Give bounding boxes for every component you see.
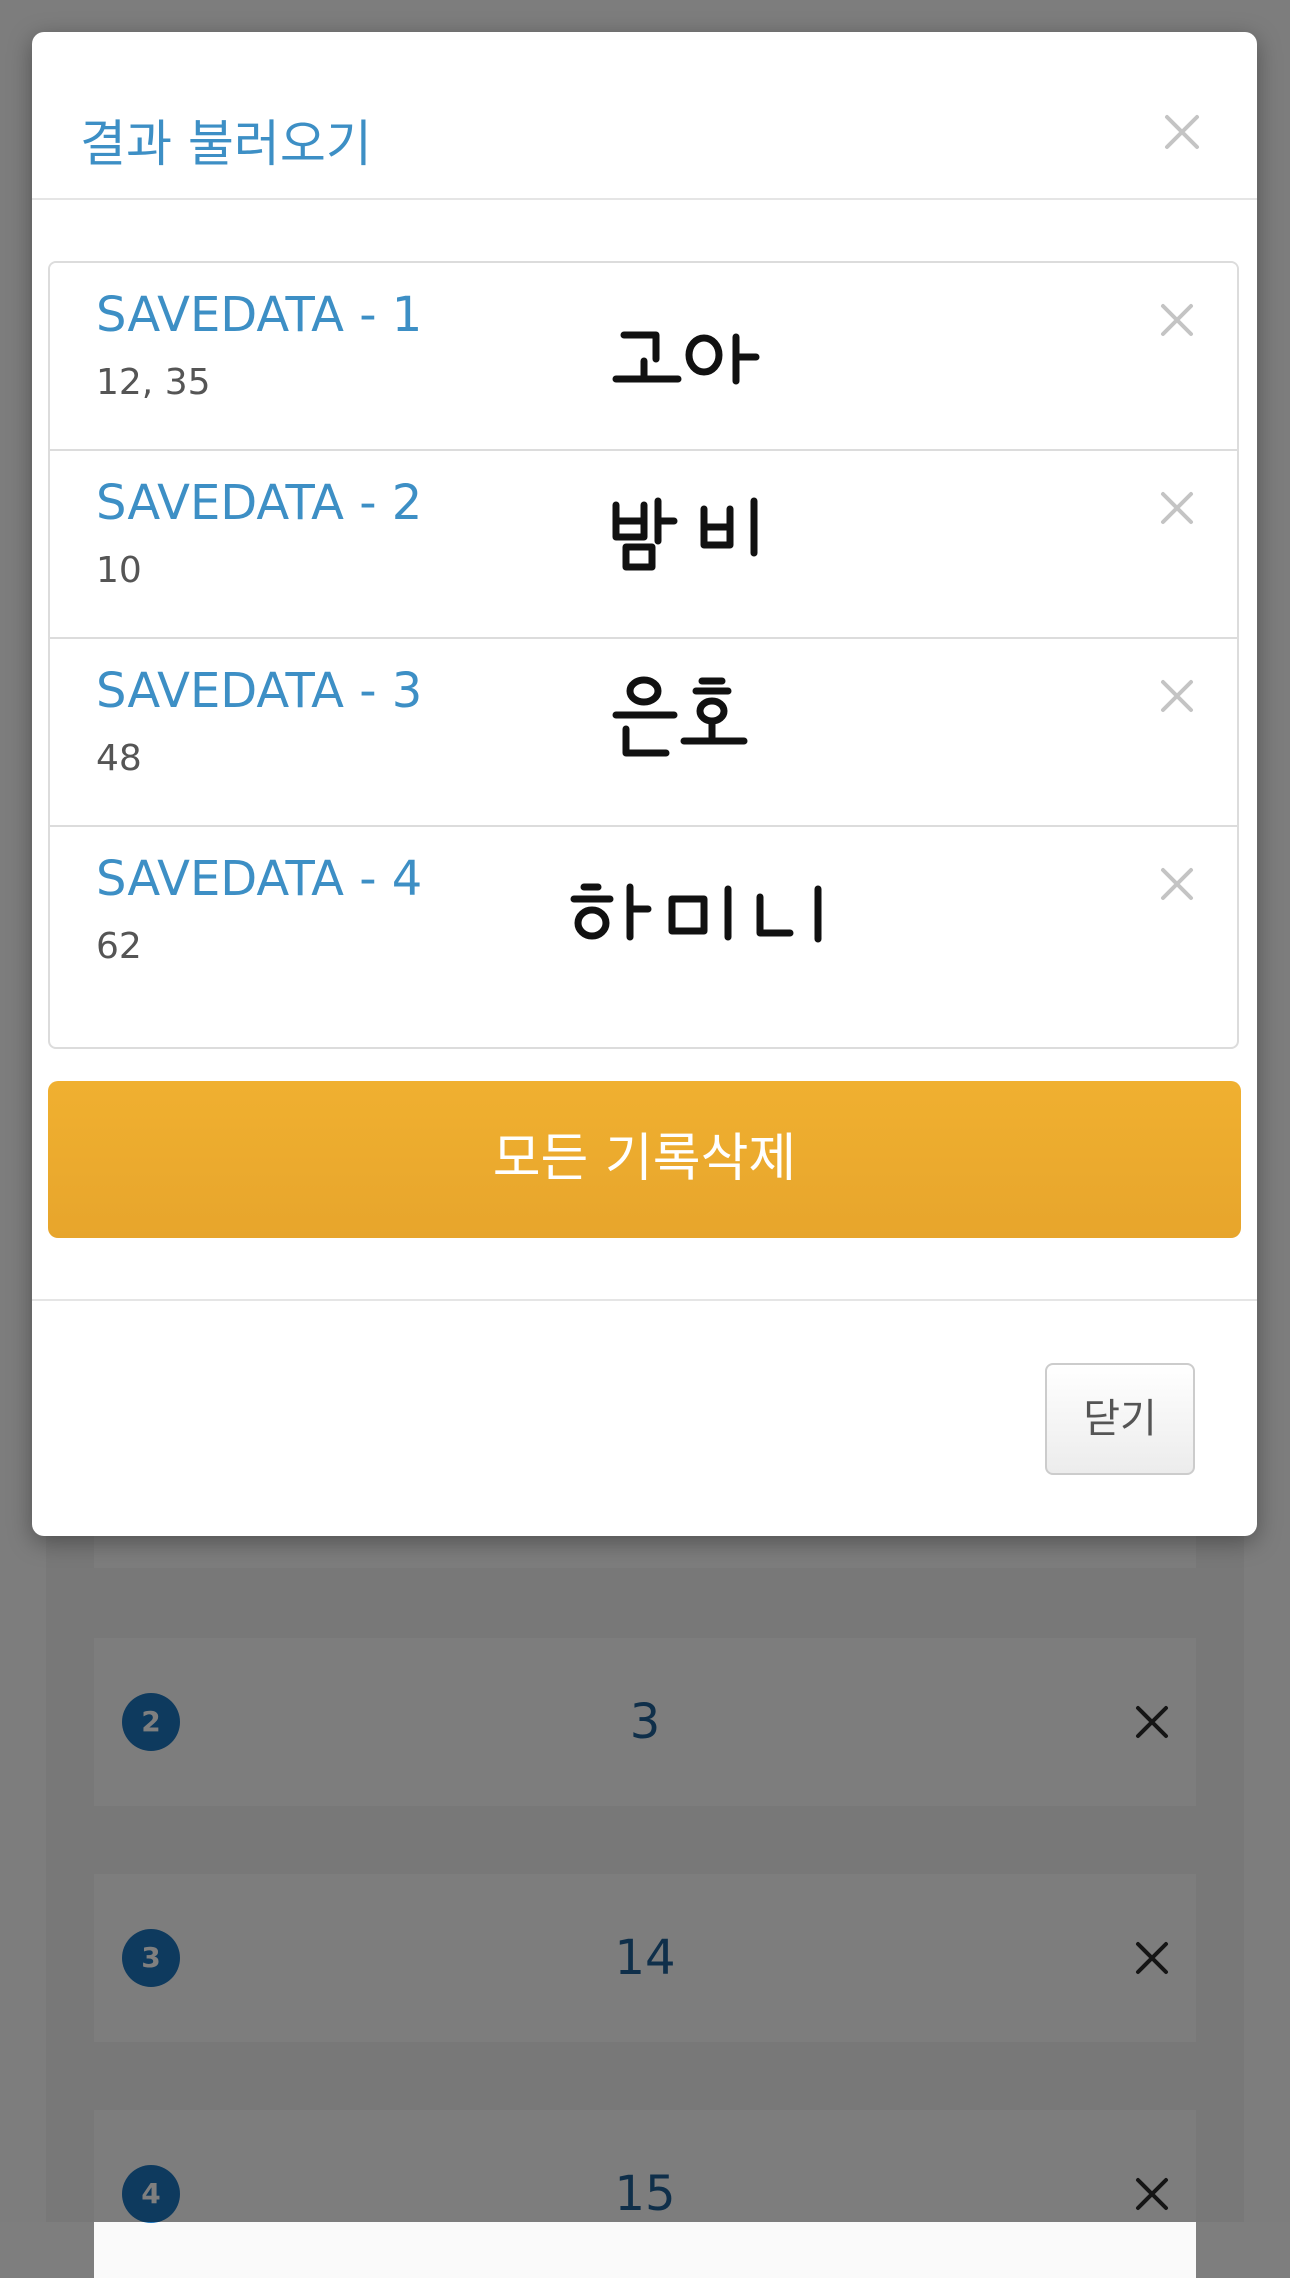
save-data-item[interactable]: SAVEDATA - 3 48 [50,639,1237,827]
delete-save-icon[interactable] [1160,303,1194,337]
handwritten-note-bambi [612,497,758,571]
save-data-value: 48 [96,738,142,779]
save-data-title: SAVEDATA - 1 [96,287,423,343]
save-data-value: 10 [96,550,142,591]
dialog-title: 결과 불러오기 [80,115,372,173]
delete-save-icon[interactable] [1160,679,1194,713]
dialog-header: 결과 불러오기 [32,32,1257,200]
save-data-item[interactable]: SAVEDATA - 1 12, 35 [50,263,1237,451]
save-data-title: SAVEDATA - 2 [96,475,423,531]
save-data-item[interactable]: SAVEDATA - 2 10 [50,451,1237,639]
save-data-value: 62 [96,926,142,967]
save-data-list: SAVEDATA - 1 12, 35 SAVEDATA - 2 10 SAVE… [48,261,1239,1049]
dialog-footer: 닫기 [32,1299,1257,1538]
save-data-item[interactable]: SAVEDATA - 4 62 [50,827,1237,1015]
delete-save-icon[interactable] [1160,867,1194,901]
delete-save-icon[interactable] [1160,491,1194,525]
load-results-dialog: 결과 불러오기 SAVEDATA - 1 12, 35 SAVEDATA - 2… [32,32,1257,1536]
save-data-title: SAVEDATA - 4 [96,851,423,907]
handwritten-note-eunho [612,676,748,757]
handwritten-note-noa [612,331,760,385]
save-data-value: 12, 35 [96,362,211,403]
close-button[interactable]: 닫기 [1045,1363,1195,1475]
close-icon[interactable] [1164,114,1200,150]
delete-all-records-button[interactable]: 모든 기록삭제 [48,1081,1241,1238]
save-data-title: SAVEDATA - 3 [96,663,423,719]
handwritten-note-hamini [570,883,822,943]
